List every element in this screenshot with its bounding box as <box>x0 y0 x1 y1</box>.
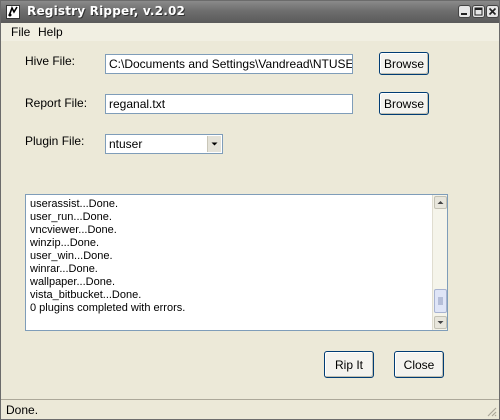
registry-ripper-icon <box>6 5 20 19</box>
plugin-file-label: Plugin File: <box>25 134 85 148</box>
log-line: 0 plugins completed with errors. <box>30 302 186 314</box>
minimize-icon <box>461 13 467 15</box>
rip-it-button[interactable]: Rip It <box>324 351 374 378</box>
hive-file-input[interactable]: C:\Documents and Settings\Vandread\NTUSE… <box>105 54 353 74</box>
log-line: user_run...Done. <box>30 211 112 223</box>
scroll-thumb[interactable] <box>434 289 447 313</box>
log-line: wallpaper...Done. <box>30 276 115 288</box>
log-line: userassist...Done. <box>30 198 119 210</box>
report-file-input[interactable]: reganal.txt <box>105 94 353 114</box>
close-icon <box>488 7 497 16</box>
plugin-file-value: ntuser <box>109 137 143 151</box>
menu-bar: File Help <box>1 23 499 41</box>
menu-help[interactable]: Help <box>38 25 63 39</box>
close-window-button[interactable] <box>486 5 499 18</box>
browse-hive-button[interactable]: Browse <box>379 52 429 75</box>
hive-file-label: Hive File: <box>25 54 76 68</box>
resize-grip-icon[interactable] <box>485 405 497 417</box>
status-text: Done. <box>6 403 39 417</box>
arrow-up-icon <box>437 201 444 204</box>
grip-lines-icon <box>438 297 443 305</box>
scroll-up-button[interactable] <box>434 196 447 209</box>
maximize-icon <box>474 7 483 16</box>
plugin-file-select[interactable]: ntuser <box>105 134 223 154</box>
browse-report-button[interactable]: Browse <box>379 92 429 115</box>
log-output[interactable]: userassist...Done. user_run...Done. vncv… <box>25 194 448 331</box>
log-line: user_win...Done. <box>30 250 113 262</box>
dropdown-button[interactable] <box>207 136 221 152</box>
log-line: vista_bitbucket...Done. <box>30 289 142 301</box>
window-title: Registry Ripper, v.2.02 <box>27 4 186 18</box>
scroll-down-button[interactable] <box>434 316 447 329</box>
status-bar: Done. <box>1 399 499 419</box>
log-line: vncviewer...Done. <box>30 224 117 236</box>
log-lines: userassist...Done. user_run...Done. vncv… <box>30 198 429 315</box>
log-line: winrar...Done. <box>30 263 98 275</box>
maximize-button[interactable] <box>472 5 485 18</box>
close-button[interactable]: Close <box>394 351 444 378</box>
title-bar[interactable]: Registry Ripper, v.2.02 <box>1 1 499 23</box>
menu-file[interactable]: File <box>11 25 30 39</box>
report-file-label: Report File: <box>25 96 88 110</box>
app-window: Registry Ripper, v.2.02 File Help Hive F… <box>0 0 500 420</box>
chevron-down-icon <box>211 142 218 146</box>
log-line: winzip...Done. <box>30 237 100 249</box>
minimize-button[interactable] <box>458 5 471 18</box>
log-scrollbar[interactable] <box>432 195 447 330</box>
arrow-down-icon <box>437 321 444 324</box>
